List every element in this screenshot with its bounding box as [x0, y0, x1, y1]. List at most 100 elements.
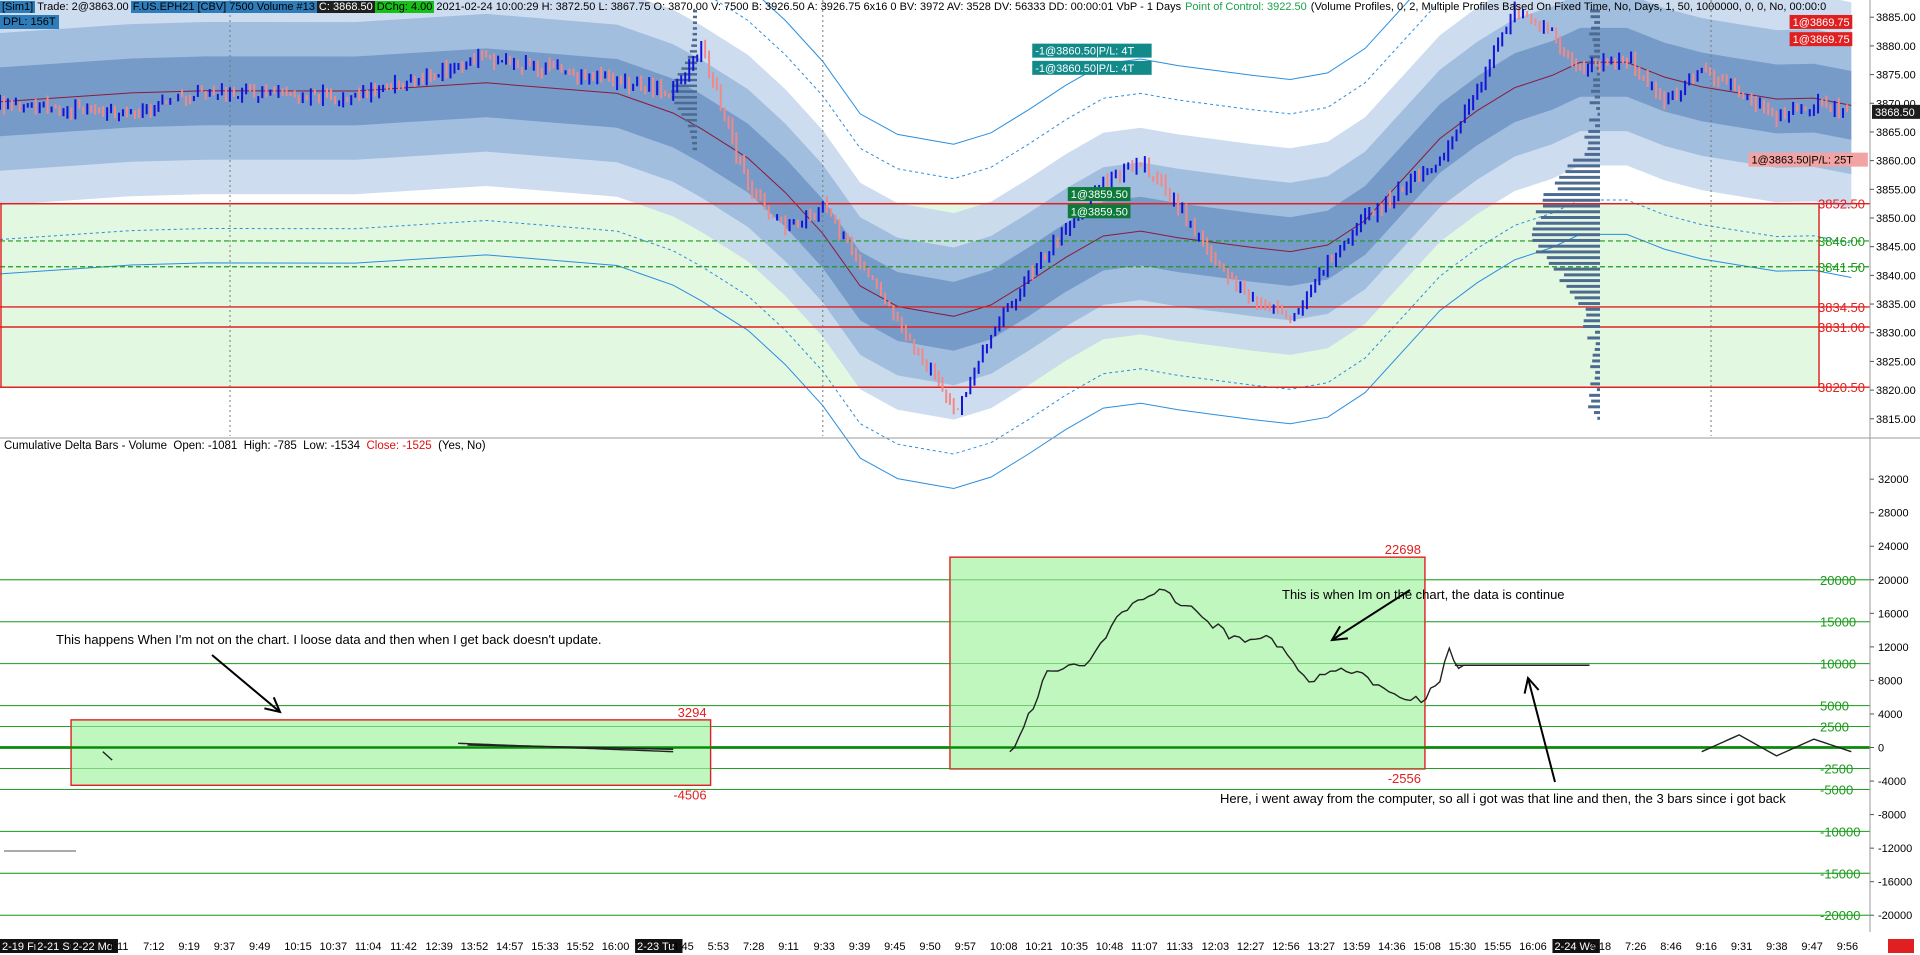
time-label[interactable]: 10:48 [1096, 941, 1124, 953]
time-label-text: 13:52 [461, 941, 489, 953]
order-tag[interactable]: 1@3869.75 [1790, 15, 1853, 29]
time-label-text: 16:06 [1519, 941, 1547, 953]
sim-account[interactable]: [Sim1] [0, 1, 35, 13]
time-label[interactable]: 8:46 [1660, 941, 1681, 953]
time-label[interactable]: 9:50 [919, 941, 940, 953]
time-label[interactable]: 9:39 [849, 941, 870, 953]
time-label[interactable]: 9:38 [1766, 941, 1787, 953]
chart-canvas[interactable]: 3294-4506 22698 -2556 -1@3860.50|P/L: 4T -1… [0, 0, 1920, 955]
time-label[interactable]: 4:18 [1590, 941, 1611, 953]
profile-bar [1595, 331, 1600, 334]
price-tick-label: 3815.00 [1876, 414, 1916, 426]
time-label[interactable]: 9:49 [249, 941, 270, 953]
profile-bar [678, 108, 697, 111]
profile-bar [693, 33, 697, 36]
profile-bar [1597, 113, 1600, 116]
time-label[interactable]: 15:52 [567, 941, 595, 953]
time-label[interactable]: 11:04 [355, 941, 382, 953]
order-tag[interactable]: -1@3860.50|P/L: 4T [1032, 44, 1151, 58]
profile-bar [691, 136, 697, 139]
time-label[interactable]: 13:59 [1343, 941, 1371, 953]
price-pane[interactable] [0, 0, 1870, 488]
profile-bar [1594, 21, 1600, 24]
time-label[interactable]: 11:42 [390, 941, 417, 953]
time-label[interactable]: 12:03 [1202, 941, 1230, 953]
price-tick-label: 3835.00 [1876, 299, 1916, 311]
time-label[interactable]: 16:00 [602, 941, 630, 953]
time-label[interactable]: 5:53 [708, 941, 729, 953]
time-label[interactable]: 9:37 [214, 941, 235, 953]
time-label[interactable]: 11:33 [1166, 941, 1193, 953]
time-label[interactable]: 7:12 [143, 941, 164, 953]
order-tag[interactable]: 1@3859.50 [1068, 204, 1131, 218]
time-label[interactable]: 15:33 [531, 941, 559, 953]
profile-bar [1543, 205, 1600, 208]
profile-bar [1595, 348, 1600, 351]
time-label[interactable]: 10:08 [990, 941, 1018, 953]
time-label[interactable]: 11:07 [1131, 941, 1158, 953]
trade-info: Trade: 2@3863.00 [35, 1, 131, 13]
time-label[interactable]: 9:47 [1801, 941, 1822, 953]
time-label[interactable]: 4:11 [108, 941, 129, 953]
time-label[interactable]: 9:16 [1696, 941, 1717, 953]
profile-bar [1583, 325, 1600, 328]
time-label[interactable]: 9:33 [814, 941, 835, 953]
order-tag[interactable]: 1@3869.75 [1790, 32, 1853, 46]
order-tag[interactable]: 1@3863.50|P/L: 25T [1748, 153, 1867, 167]
time-label[interactable]: 12:39 [425, 941, 453, 953]
time-label[interactable]: 4:45 [672, 941, 693, 953]
profile-bar [672, 85, 697, 88]
time-label[interactable]: 9:57 [955, 941, 976, 953]
time-label[interactable]: 9:11 [778, 941, 799, 953]
price-level-label: 3834.50 [1818, 300, 1865, 315]
time-label[interactable]: 9:56 [1837, 941, 1858, 953]
time-label[interactable]: 15:55 [1484, 941, 1512, 953]
time-label[interactable]: 14:36 [1378, 941, 1406, 953]
current-price-marker: 3868.50 [1872, 105, 1920, 119]
instrument-symbol[interactable]: F.US.EPH21 [CBV] 7500 Volume #13 [131, 1, 317, 13]
time-label[interactable]: 10:15 [284, 941, 312, 953]
profile-bar [1588, 405, 1600, 408]
time-label[interactable]: 14:57 [496, 941, 524, 953]
time-label[interactable]: 16:06 [1519, 941, 1547, 953]
profile-bar [688, 125, 697, 128]
time-label[interactable]: 12:27 [1237, 941, 1265, 953]
time-label-text: 13:59 [1343, 941, 1371, 953]
delta-tick-label: -16000 [1878, 877, 1912, 889]
time-label[interactable]: 7:26 [1625, 941, 1646, 953]
delta-tick-label: 16000 [1878, 608, 1909, 620]
time-label[interactable]: 9:19 [178, 941, 199, 953]
profile-bar [1586, 308, 1600, 311]
price-tick-label: 3850.00 [1876, 213, 1916, 225]
price-level-label: 3852.50 [1818, 197, 1865, 212]
delta-box[interactable]: 3294-4506 [71, 705, 711, 802]
time-label[interactable]: 15:08 [1413, 941, 1441, 953]
order-tag[interactable]: 1@3859.50 [1068, 187, 1131, 201]
profile-bar [1543, 193, 1600, 196]
point-of-control: Point of Control: 3922.50 [1183, 1, 1309, 13]
price-tick-label: 3825.00 [1876, 356, 1916, 368]
profile-bar [1596, 342, 1600, 345]
delta-box-rect[interactable] [71, 720, 711, 785]
time-label-text: 9:49 [249, 941, 270, 953]
profile-bar [1588, 61, 1600, 64]
time-label[interactable]: 13:52 [461, 941, 489, 953]
time-label-text: 15:55 [1484, 941, 1512, 953]
time-label[interactable]: 9:45 [884, 941, 905, 953]
delta-box[interactable]: 22698 -2556 [950, 542, 1425, 786]
time-label[interactable]: 7:28 [743, 941, 764, 953]
time-label[interactable]: 10:37 [320, 941, 348, 953]
time-label[interactable]: 10:35 [1060, 941, 1088, 953]
time-label[interactable]: 15:30 [1449, 941, 1477, 953]
time-label[interactable]: 9:31 [1731, 941, 1752, 953]
time-label[interactable]: 10:21 [1025, 941, 1053, 953]
order-tag[interactable]: -1@3860.50|P/L: 4T [1032, 61, 1151, 75]
delta-level-label: 2500 [1820, 720, 1849, 735]
time-label[interactable]: 13:27 [1307, 941, 1335, 953]
daily-change: DChg: 4.00 [375, 1, 435, 13]
delta-pane[interactable]: 3294-4506 22698 -2556 [0, 542, 1870, 915]
price-tick-label: 3845.00 [1876, 242, 1916, 254]
time-label[interactable]: 12:56 [1272, 941, 1300, 953]
profile-bar [1589, 118, 1600, 121]
order-tag-label: 1@3863.50|P/L: 25T [1751, 155, 1853, 167]
